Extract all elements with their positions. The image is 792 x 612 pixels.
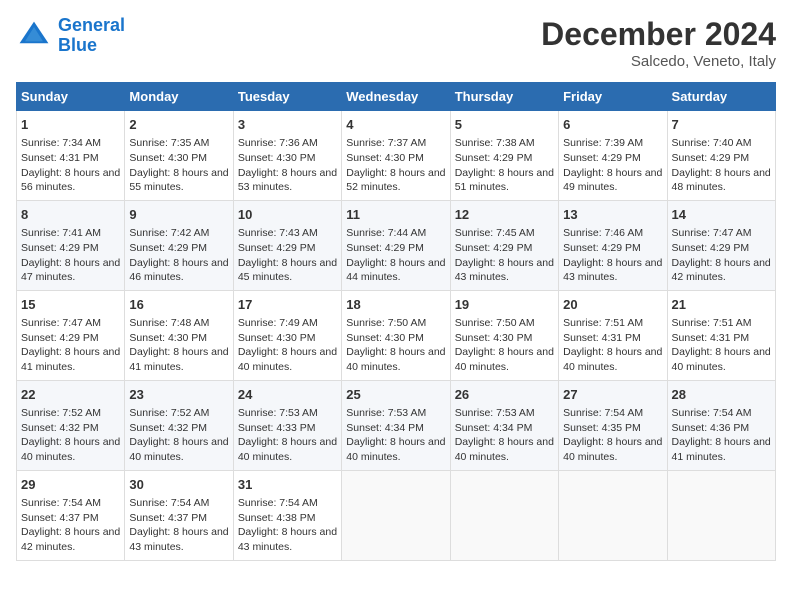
calendar-cell: 15Sunrise: 7:47 AMSunset: 4:29 PMDayligh… <box>17 290 125 380</box>
day-number: 12 <box>455 206 554 224</box>
calendar-cell: 27Sunrise: 7:54 AMSunset: 4:35 PMDayligh… <box>559 380 667 470</box>
day-number: 13 <box>563 206 662 224</box>
page-header: General Blue December 2024 Salcedo, Vene… <box>16 16 776 70</box>
day-number: 19 <box>455 296 554 314</box>
calendar-cell <box>450 470 558 560</box>
day-number: 24 <box>238 386 337 404</box>
calendar-cell: 16Sunrise: 7:48 AMSunset: 4:30 PMDayligh… <box>125 290 233 380</box>
calendar-cell: 3Sunrise: 7:36 AMSunset: 4:30 PMDaylight… <box>233 111 341 201</box>
logo-text: General Blue <box>58 16 125 56</box>
day-number: 31 <box>238 476 337 494</box>
calendar-cell: 19Sunrise: 7:50 AMSunset: 4:30 PMDayligh… <box>450 290 558 380</box>
weekday-header: Saturday <box>667 83 775 111</box>
calendar-week-row: 8Sunrise: 7:41 AMSunset: 4:29 PMDaylight… <box>17 200 776 290</box>
day-number: 15 <box>21 296 120 314</box>
calendar-cell: 8Sunrise: 7:41 AMSunset: 4:29 PMDaylight… <box>17 200 125 290</box>
day-number: 9 <box>129 206 228 224</box>
day-number: 2 <box>129 116 228 134</box>
weekday-header-row: SundayMondayTuesdayWednesdayThursdayFrid… <box>17 83 776 111</box>
weekday-header: Tuesday <box>233 83 341 111</box>
calendar-cell: 6Sunrise: 7:39 AMSunset: 4:29 PMDaylight… <box>559 111 667 201</box>
calendar-cell: 18Sunrise: 7:50 AMSunset: 4:30 PMDayligh… <box>342 290 450 380</box>
day-number: 14 <box>672 206 771 224</box>
day-number: 4 <box>346 116 445 134</box>
calendar-cell <box>667 470 775 560</box>
title-block: December 2024 Salcedo, Veneto, Italy <box>541 16 776 70</box>
calendar-cell: 13Sunrise: 7:46 AMSunset: 4:29 PMDayligh… <box>559 200 667 290</box>
location-subtitle: Salcedo, Veneto, Italy <box>541 53 776 70</box>
calendar-cell: 1Sunrise: 7:34 AMSunset: 4:31 PMDaylight… <box>17 111 125 201</box>
calendar-cell: 20Sunrise: 7:51 AMSunset: 4:31 PMDayligh… <box>559 290 667 380</box>
day-number: 11 <box>346 206 445 224</box>
calendar-cell: 4Sunrise: 7:37 AMSunset: 4:30 PMDaylight… <box>342 111 450 201</box>
day-number: 21 <box>672 296 771 314</box>
day-number: 22 <box>21 386 120 404</box>
calendar-cell: 21Sunrise: 7:51 AMSunset: 4:31 PMDayligh… <box>667 290 775 380</box>
calendar-cell: 9Sunrise: 7:42 AMSunset: 4:29 PMDaylight… <box>125 200 233 290</box>
weekday-header: Sunday <box>17 83 125 111</box>
calendar-cell: 24Sunrise: 7:53 AMSunset: 4:33 PMDayligh… <box>233 380 341 470</box>
calendar-week-row: 1Sunrise: 7:34 AMSunset: 4:31 PMDaylight… <box>17 111 776 201</box>
calendar-cell: 28Sunrise: 7:54 AMSunset: 4:36 PMDayligh… <box>667 380 775 470</box>
day-number: 25 <box>346 386 445 404</box>
day-number: 8 <box>21 206 120 224</box>
day-number: 18 <box>346 296 445 314</box>
weekday-header: Thursday <box>450 83 558 111</box>
calendar-cell: 7Sunrise: 7:40 AMSunset: 4:29 PMDaylight… <box>667 111 775 201</box>
calendar-cell: 30Sunrise: 7:54 AMSunset: 4:37 PMDayligh… <box>125 470 233 560</box>
day-number: 23 <box>129 386 228 404</box>
calendar-cell: 29Sunrise: 7:54 AMSunset: 4:37 PMDayligh… <box>17 470 125 560</box>
day-number: 28 <box>672 386 771 404</box>
day-number: 27 <box>563 386 662 404</box>
day-number: 30 <box>129 476 228 494</box>
calendar-cell <box>342 470 450 560</box>
day-number: 17 <box>238 296 337 314</box>
logo-icon <box>16 18 52 54</box>
weekday-header: Friday <box>559 83 667 111</box>
calendar-cell: 23Sunrise: 7:52 AMSunset: 4:32 PMDayligh… <box>125 380 233 470</box>
calendar-table: SundayMondayTuesdayWednesdayThursdayFrid… <box>16 82 776 561</box>
calendar-cell: 17Sunrise: 7:49 AMSunset: 4:30 PMDayligh… <box>233 290 341 380</box>
calendar-cell: 26Sunrise: 7:53 AMSunset: 4:34 PMDayligh… <box>450 380 558 470</box>
calendar-cell: 2Sunrise: 7:35 AMSunset: 4:30 PMDaylight… <box>125 111 233 201</box>
calendar-cell: 5Sunrise: 7:38 AMSunset: 4:29 PMDaylight… <box>450 111 558 201</box>
day-number: 10 <box>238 206 337 224</box>
calendar-cell <box>559 470 667 560</box>
calendar-cell: 11Sunrise: 7:44 AMSunset: 4:29 PMDayligh… <box>342 200 450 290</box>
day-number: 26 <box>455 386 554 404</box>
calendar-cell: 25Sunrise: 7:53 AMSunset: 4:34 PMDayligh… <box>342 380 450 470</box>
day-number: 7 <box>672 116 771 134</box>
calendar-week-row: 22Sunrise: 7:52 AMSunset: 4:32 PMDayligh… <box>17 380 776 470</box>
day-number: 5 <box>455 116 554 134</box>
day-number: 29 <box>21 476 120 494</box>
month-title: December 2024 <box>541 16 776 53</box>
day-number: 6 <box>563 116 662 134</box>
logo: General Blue <box>16 16 125 56</box>
calendar-cell: 14Sunrise: 7:47 AMSunset: 4:29 PMDayligh… <box>667 200 775 290</box>
calendar-cell: 12Sunrise: 7:45 AMSunset: 4:29 PMDayligh… <box>450 200 558 290</box>
calendar-week-row: 15Sunrise: 7:47 AMSunset: 4:29 PMDayligh… <box>17 290 776 380</box>
weekday-header: Monday <box>125 83 233 111</box>
day-number: 3 <box>238 116 337 134</box>
calendar-week-row: 29Sunrise: 7:54 AMSunset: 4:37 PMDayligh… <box>17 470 776 560</box>
weekday-header: Wednesday <box>342 83 450 111</box>
calendar-cell: 10Sunrise: 7:43 AMSunset: 4:29 PMDayligh… <box>233 200 341 290</box>
calendar-cell: 31Sunrise: 7:54 AMSunset: 4:38 PMDayligh… <box>233 470 341 560</box>
day-number: 16 <box>129 296 228 314</box>
day-number: 1 <box>21 116 120 134</box>
calendar-cell: 22Sunrise: 7:52 AMSunset: 4:32 PMDayligh… <box>17 380 125 470</box>
day-number: 20 <box>563 296 662 314</box>
